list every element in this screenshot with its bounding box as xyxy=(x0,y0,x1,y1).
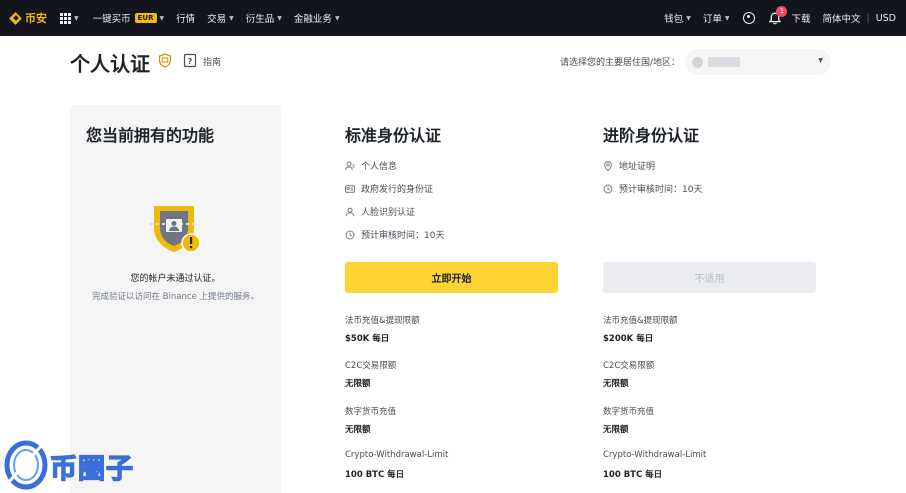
currency-badge: EUR xyxy=(134,13,157,23)
nav-trade[interactable]: 交易 ▼ xyxy=(207,11,234,25)
guide-link[interactable]: 指南 xyxy=(203,55,221,68)
account-button[interactable] xyxy=(743,12,756,24)
limit-label: Crypto-Withdrawal-Limit xyxy=(603,450,707,460)
limit-value: $50K 每日 xyxy=(345,334,390,344)
requirement-text: 地址证明 xyxy=(619,162,656,172)
nav-wallet[interactable]: 钱包 ▼ xyxy=(664,11,691,25)
limit-value: 无限额 xyxy=(345,379,371,389)
nav-trade-label: 交易 xyxy=(207,14,227,25)
start-verification-button[interactable]: 立即开始 xyxy=(345,262,558,293)
chevron-down-icon: ▼ xyxy=(74,14,79,22)
notification-count-badge: 1 xyxy=(776,5,788,17)
nav-wallet-label: 钱包 xyxy=(664,14,684,25)
limit-value: 100 BTC 每日 xyxy=(603,470,663,480)
requirement-text: 预计审核时间：10天 xyxy=(361,231,445,241)
limit-label: C2C交易限额 xyxy=(345,361,397,371)
nav-derivatives-label: 衍生品 xyxy=(245,14,275,25)
limit-label: 法币充值&提现限额 xyxy=(603,316,678,326)
location-pin-icon xyxy=(603,160,613,171)
chevron-down-icon: ▼ xyxy=(686,14,691,22)
chevron-down-icon: ▼ xyxy=(159,14,165,22)
nav-orders-label: 订单 xyxy=(702,14,722,25)
binance-logo-icon xyxy=(9,12,22,25)
notifications-button[interactable]: 1 xyxy=(769,5,788,25)
limit-value: 无限额 xyxy=(603,379,629,389)
guide-icon[interactable]: ? xyxy=(183,53,197,68)
clock-icon xyxy=(345,230,355,240)
limit-value: 无限额 xyxy=(345,425,371,435)
requirement-personal-info: 个人信息 xyxy=(345,159,397,172)
limit-value: $200K 每日 xyxy=(603,334,654,344)
apps-grid-icon[interactable] xyxy=(60,12,71,24)
logo-text: 币安 xyxy=(25,12,47,25)
user-account-icon xyxy=(743,12,756,24)
chevron-down-icon: ▼ xyxy=(277,14,282,22)
nav-finance[interactable]: 金融业务 ▼ xyxy=(294,11,340,25)
limit-label: 法币充值&提现限额 xyxy=(345,316,420,326)
nav-finance-label: 金融业务 xyxy=(293,14,332,25)
requirement-face-recognition: 人脸识别认证 xyxy=(345,205,415,218)
currency-label: USD xyxy=(875,12,896,24)
requirement-text: 预计审核时间：10天 xyxy=(619,185,703,195)
face-recognition-icon xyxy=(345,207,355,217)
nav-markets[interactable]: 行情 xyxy=(176,11,195,25)
svg-text:?: ? xyxy=(188,57,193,66)
requirement-government-id: 政府发行的身份证 xyxy=(345,182,433,195)
chevron-down-icon: ▼ xyxy=(818,57,823,64)
requirement-text: 人脸识别认证 xyxy=(361,208,416,218)
unverified-shield-icon xyxy=(150,206,201,253)
nav-derivatives[interactable]: 衍生品 ▼ xyxy=(246,11,282,25)
nav-separator: | xyxy=(866,12,870,24)
id-card-icon xyxy=(345,184,355,194)
page-title: 个人认证 xyxy=(70,52,150,76)
requirement-proof-of-address: 地址证明 xyxy=(603,159,655,172)
not-applicable-button[interactable]: 不适用 xyxy=(603,262,816,293)
limit-label: C2C交易限额 xyxy=(603,361,655,371)
language-selector[interactable]: 简体中文 xyxy=(822,11,860,25)
requirement-text: 个人信息 xyxy=(361,162,398,172)
nav-buy-crypto[interactable]: 一键买币 EUR ▼ xyxy=(92,11,165,25)
clock-icon xyxy=(603,184,613,194)
nav-buy-crypto-label: 一键买币 xyxy=(92,14,131,25)
country-value-redacted xyxy=(708,57,740,67)
limit-label: Crypto-Withdrawal-Limit xyxy=(345,450,449,460)
limit-label: 数字货币充值 xyxy=(345,407,397,417)
top-navigation-bar: 币安 ▼ 一键买币 EUR ▼ 行情 交易 ▼ 衍生品 ▼ 金融业务 ▼ 钱包 … xyxy=(0,0,906,36)
person-info-icon xyxy=(345,161,355,171)
nav-markets-label: 行情 xyxy=(176,14,196,25)
language-label: 简体中文 xyxy=(822,14,861,25)
standard-verification-title: 标准身份认证 xyxy=(345,126,442,145)
verification-shield-icon xyxy=(158,53,172,68)
requirement-text: 政府发行的身份证 xyxy=(361,185,434,195)
binance-logo[interactable]: 币安 xyxy=(9,10,47,26)
nav-right-group: 钱包 ▼ 订单 ▼ 1 下载 简体中文 | USD xyxy=(652,0,896,36)
watermark-text: 币圈子 xyxy=(49,453,134,485)
chevron-down-icon: ▼ xyxy=(229,14,234,22)
limit-value: 无限额 xyxy=(603,425,629,435)
advanced-verification-title: 进阶身份认证 xyxy=(603,126,700,145)
chevron-down-icon: ▼ xyxy=(724,14,730,22)
nav-download[interactable]: 下载 xyxy=(791,11,810,25)
unverified-status-text: 您的帐户未通过认证。 xyxy=(130,274,221,284)
nav-orders[interactable]: 订单 ▼ xyxy=(703,11,730,25)
limit-label: 数字货币充值 xyxy=(603,407,655,417)
nav-download-label: 下载 xyxy=(791,14,811,25)
country-flag-icon xyxy=(692,56,703,68)
current-features-title: 您当前拥有的功能 xyxy=(86,126,215,145)
limit-value: 100 BTC 每日 xyxy=(345,470,405,480)
chevron-down-icon: ▼ xyxy=(334,14,340,22)
currency-selector[interactable]: USD xyxy=(876,13,896,24)
country-select-dropdown[interactable]: ▼ xyxy=(685,49,831,75)
country-select-label: 请选择您的主要居住国/地区： xyxy=(560,58,681,68)
verification-hint-text: 完成验证以访问在 Binance 上提供的服务。 xyxy=(92,292,259,302)
requirement-review-time: 预计审核时间：10天 xyxy=(345,228,444,241)
requirement-review-time: 预计审核时间：10天 xyxy=(603,182,702,195)
